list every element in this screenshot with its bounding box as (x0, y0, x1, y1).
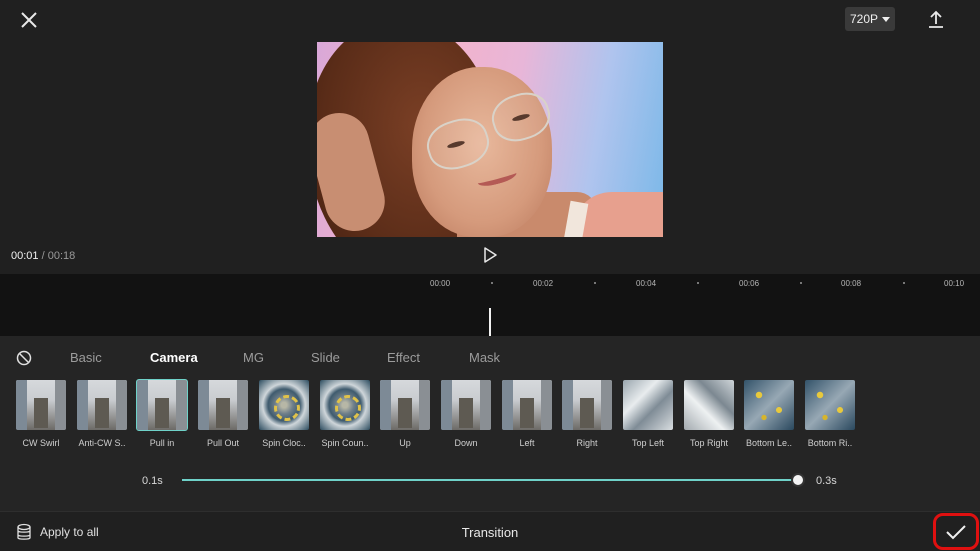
export-icon (929, 10, 943, 28)
panel-title: Transition (461, 525, 519, 540)
resolution-label: 720P (849, 12, 879, 26)
duration-min-label: 0.1s (142, 475, 163, 487)
play-icon (484, 247, 497, 263)
video-preview[interactable] (317, 42, 663, 237)
timeline-dot (594, 282, 596, 284)
transition-thumbnail[interactable] (16, 380, 66, 430)
transition-label: Spin Cloc.. (262, 438, 306, 448)
transition-preview-image (805, 380, 855, 430)
tab-basic[interactable]: Basic (70, 350, 102, 365)
transition-label: Pull in (149, 438, 175, 448)
no-transition-button[interactable] (16, 350, 32, 366)
timeline-tick: 00:06 (739, 279, 760, 288)
apply-to-all-button[interactable]: Apply to all (16, 523, 99, 541)
caret-down-icon (882, 16, 891, 22)
timeline-dot (800, 282, 802, 284)
transition-thumbnail[interactable] (502, 380, 552, 430)
timeline-dot (491, 282, 493, 284)
transition-list: CW Swirl Anti-CW S.. Pull in Pull Out Spin C… (16, 379, 976, 452)
transition-preview-image (502, 380, 552, 430)
transition-preview-image (623, 380, 673, 430)
transition-thumbnail[interactable] (259, 380, 309, 430)
timeline-tick: 00:08 (841, 279, 862, 288)
transition-thumbnail[interactable] (136, 379, 188, 431)
duration-slider-fill (182, 479, 798, 481)
transition-label: Up (399, 438, 411, 448)
duration-max-label: 0.3s (816, 475, 837, 487)
transition-preview-image (77, 380, 127, 430)
time-separator: / (38, 250, 48, 262)
transition-label: Top Right (689, 438, 729, 448)
layers-icon (17, 523, 31, 540)
transition-thumbnail[interactable] (744, 380, 794, 430)
duration-slider-knob[interactable] (791, 473, 805, 487)
tab-effect[interactable]: Effect (387, 350, 420, 365)
transition-thumbnail[interactable] (380, 380, 430, 430)
transition-thumbnail[interactable] (684, 380, 734, 430)
playhead[interactable] (489, 308, 491, 336)
timeline-tick: 00:00 (430, 279, 451, 288)
timeline-dot (697, 282, 699, 284)
transition-thumbnail[interactable] (623, 380, 673, 430)
play-button[interactable] (481, 246, 499, 264)
transition-preview-image (380, 380, 430, 430)
transition-preview-image (744, 380, 794, 430)
transition-preview-image (441, 380, 491, 430)
transition-label: Left (519, 438, 535, 448)
transition-preview-image (259, 380, 309, 430)
apply-to-all-label: Apply to all (40, 525, 99, 539)
current-time: 00:01 (11, 250, 39, 262)
tab-mg[interactable]: MG (243, 350, 264, 365)
transition-preview-image (562, 380, 612, 430)
timeline-tick: 00:02 (533, 279, 554, 288)
resolution-dropdown[interactable]: 720P (845, 7, 895, 31)
prohibited-icon (16, 350, 32, 366)
transition-label: Anti-CW S.. (78, 438, 126, 448)
transition-thumbnail[interactable] (320, 380, 370, 430)
tab-mask[interactable]: Mask (469, 350, 500, 365)
close-icon (21, 12, 37, 28)
transition-thumbnail[interactable] (198, 380, 248, 430)
transition-label: Right (576, 438, 598, 448)
transition-preview-image (198, 380, 248, 430)
transition-thumbnail[interactable] (77, 380, 127, 430)
timeline-dot (903, 282, 905, 284)
transition-thumbnail[interactable] (441, 380, 491, 430)
transition-label: Spin Coun.. (321, 438, 369, 448)
duration-slider[interactable] (182, 473, 805, 487)
transition-thumbnail[interactable] (562, 380, 612, 430)
transition-label: Bottom Ri.. (807, 438, 853, 448)
transition-preview-image (320, 380, 370, 430)
transition-preview-image (684, 380, 734, 430)
timeline-tick: 00:10 (944, 279, 965, 288)
transition-label: Down (454, 438, 478, 448)
transition-thumbnail[interactable] (805, 380, 855, 430)
transition-label: Pull Out (206, 438, 239, 448)
close-button[interactable] (17, 8, 41, 32)
transition-label: Bottom Le.. (745, 438, 793, 448)
export-button[interactable] (924, 8, 948, 32)
transition-label: CW Swirl (22, 438, 60, 448)
checkmark-icon (946, 524, 966, 539)
time-readout: 00:01 / 00:18 (11, 250, 75, 262)
tab-camera[interactable]: Camera (150, 350, 198, 365)
transition-preview-image (16, 380, 66, 430)
transition-label: Top Left (631, 438, 665, 448)
timeline[interactable]: 00:00 00:02 00:04 00:06 00:08 00:10 (0, 274, 980, 336)
bottom-bar: Transition Apply to all (0, 511, 980, 551)
transition-preview-image (137, 380, 187, 430)
app-root: 720P 00:01 / 00:18 00:00 00:02 00:04 00:… (0, 0, 980, 551)
total-time: 00:18 (47, 250, 76, 262)
confirm-button[interactable] (933, 513, 979, 550)
tab-slide[interactable]: Slide (311, 350, 340, 365)
timeline-tick: 00:04 (636, 279, 657, 288)
